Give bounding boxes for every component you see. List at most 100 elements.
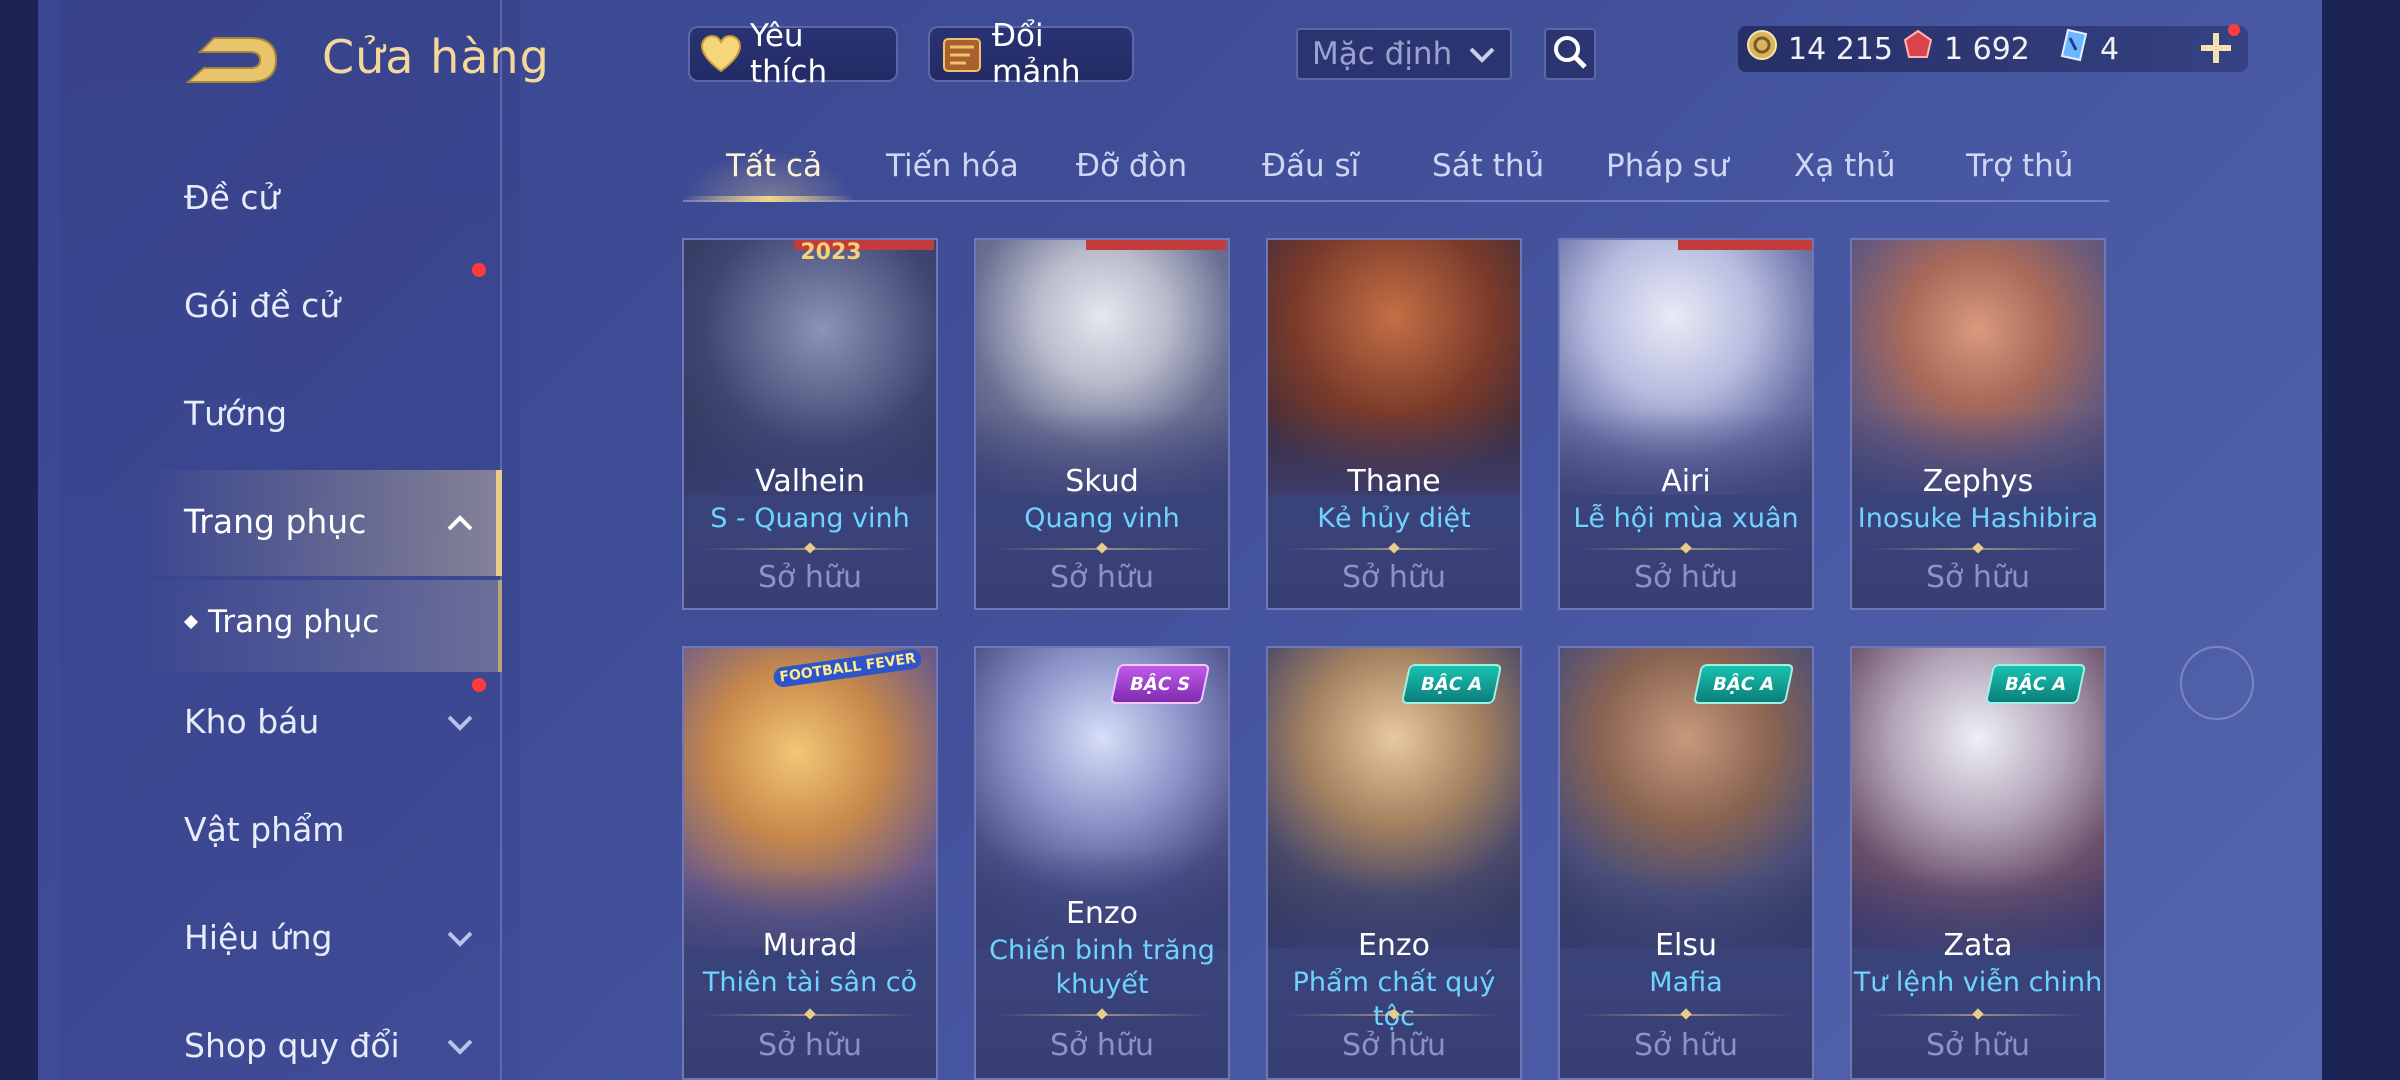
tab-divider	[683, 200, 2109, 202]
skin-card[interactable]: BẬC A Zata Tư lệnh viễn chinh Sở hữu	[1850, 646, 2106, 1080]
voucher-amount: 1 692	[1944, 31, 2030, 67]
exchange-label: Đổi mảnh	[992, 18, 1081, 90]
event-tag: 2023	[800, 240, 862, 265]
tab-tank[interactable]: Đỡ đòn	[1076, 148, 1187, 184]
tier-badge: BẬC A	[1984, 664, 2087, 704]
shard-chest-icon	[940, 32, 984, 76]
skin-card[interactable]: BẬC A Enzo Phẩm chất quý tộc Sở hữu	[1266, 646, 1522, 1080]
tab-support[interactable]: Trợ thủ	[1966, 148, 2073, 184]
notification-dot	[472, 263, 486, 277]
hero-name: Skud	[1065, 464, 1139, 499]
chevron-down-icon[interactable]	[446, 930, 474, 948]
skin-card[interactable]: Zephys Inosuke Hashibira Sở hữu	[1850, 238, 2106, 610]
tab-fighter[interactable]: Đấu sĩ	[1262, 148, 1359, 184]
sidebar-item-effects[interactable]: Hiệu ứng	[184, 918, 332, 957]
notification-dot	[2228, 24, 2240, 36]
skin-name: Chiến binh trăng khuyết	[989, 935, 1215, 1000]
skin-card[interactable]: Airi Lễ hội mùa xuân Sở hữu	[1558, 238, 1814, 610]
gold-balance: 14 215	[1746, 26, 1893, 72]
skin-name: Phẩm chất quý tộc	[1292, 967, 1496, 1032]
tier-badge: BẬC A	[1692, 664, 1795, 704]
gold-coin-icon	[1746, 29, 1778, 69]
card-separator-dot	[1680, 542, 1692, 554]
search-icon	[1552, 34, 1588, 74]
sort-dropdown[interactable]: Mặc định	[1296, 28, 1512, 80]
hero-name: Zephys	[1922, 464, 2034, 499]
red-gem-icon	[1902, 29, 1934, 69]
card-separator-dot	[804, 1008, 816, 1020]
tab-assassin[interactable]: Sát thủ	[1432, 148, 1544, 184]
owned-status: Sở hữu	[1634, 560, 1738, 595]
owned-status: Sở hữu	[1050, 1028, 1154, 1063]
card-separator-dot	[1972, 1008, 1984, 1020]
favorites-label: Yêu thích	[750, 18, 828, 90]
favorites-button[interactable]: Yêu thích	[688, 18, 898, 90]
skin-card[interactable]: BẬC S Enzo Chiến binh trăng khuyết Sở hữ…	[974, 646, 1230, 1080]
sort-selected-value: Mặc định	[1312, 36, 1453, 72]
search-button[interactable]	[1544, 28, 1596, 80]
diamond-bullet-icon	[183, 614, 199, 630]
card-separator-dot	[1680, 1008, 1692, 1020]
skin-name: Thiên tài sân cỏ	[702, 967, 918, 998]
skin-card[interactable]: FOOTBALL FEVER Murad Thiên tài sân cỏ Sở…	[682, 646, 938, 1080]
hero-name: Enzo	[1357, 928, 1431, 963]
floating-assistant-icon[interactable]	[2180, 646, 2254, 720]
tier-badge: BẬC A	[1400, 664, 1503, 704]
owned-status: Sở hữu	[1926, 1028, 2030, 1063]
owned-status: Sở hữu	[1634, 1028, 1738, 1063]
owned-status: Sở hữu	[1342, 1028, 1446, 1063]
hero-name: Valhein	[755, 464, 865, 499]
sidebar-item-treasure[interactable]: Kho báu	[184, 702, 319, 741]
page-title: Cửa hàng	[322, 30, 550, 84]
skin-card[interactable]: Skud Quang vinh Sở hữu	[974, 238, 1230, 610]
sidebar-item-recommended-packs[interactable]: Gói đề cử	[184, 286, 340, 325]
skin-name: Quang vinh	[1024, 503, 1180, 534]
event-ribbon	[1086, 240, 1226, 250]
skin-card[interactable]: 2023 Valhein S - Quang vinh Sở hữu	[682, 238, 938, 610]
owned-status: Sở hữu	[1050, 560, 1154, 595]
hero-name: Zata	[1943, 928, 2013, 963]
skin-card[interactable]: Thane Kẻ hủy diệt Sở hữu	[1266, 238, 1522, 610]
tab-all[interactable]: Tất cả	[726, 148, 822, 184]
owned-status: Sở hữu	[1926, 560, 2030, 595]
sidebar-subitem-label: Trang phục	[208, 604, 380, 640]
sidebar-subitem-skins[interactable]: Trang phục	[183, 604, 380, 640]
sidebar-item-recommended[interactable]: Đề cử	[184, 178, 279, 217]
chevron-up-icon[interactable]	[446, 514, 474, 532]
back-arrow-icon[interactable]	[180, 30, 290, 90]
hero-name: Thane	[1347, 464, 1441, 499]
card-separator-dot	[1388, 542, 1400, 554]
shard-balance: 4	[2058, 26, 2119, 72]
hero-name: Murad	[762, 928, 858, 963]
skin-name: Kẻ hủy diệt	[1317, 503, 1471, 534]
chevron-down-icon[interactable]	[446, 1038, 474, 1056]
hero-name: Airi	[1661, 464, 1711, 499]
gold-amount: 14 215	[1788, 31, 1893, 67]
sidebar-item-items[interactable]: Vật phẩm	[184, 810, 344, 849]
skin-name: Lễ hội mùa xuân	[1573, 503, 1799, 534]
owned-status: Sở hữu	[1342, 560, 1446, 595]
skin-card[interactable]: BẬC A Elsu Mafia Sở hữu	[1558, 646, 1814, 1080]
skin-name: Mafia	[1649, 967, 1723, 998]
heart-icon	[700, 32, 742, 76]
chevron-down-icon[interactable]	[446, 714, 474, 732]
owned-status: Sở hữu	[758, 1028, 862, 1063]
card-separator-dot	[1096, 542, 1108, 554]
skin-name: S - Quang vinh	[710, 503, 910, 534]
tab-marksman[interactable]: Xạ thủ	[1794, 148, 1896, 184]
chevron-down-icon	[1468, 36, 1496, 72]
sidebar-item-exchange-shop[interactable]: Shop quy đổi	[184, 1026, 400, 1065]
tab-evolution[interactable]: Tiến hóa	[886, 148, 1019, 184]
exchange-shards-button[interactable]: Đổi mảnh	[928, 18, 1134, 90]
card-separator-dot	[804, 542, 816, 554]
right-screen-border	[2322, 0, 2400, 1080]
left-screen-border	[0, 0, 38, 1080]
sidebar-item-skins[interactable]: Trang phục	[184, 502, 366, 541]
owned-status: Sở hữu	[758, 560, 862, 595]
sidebar-item-heroes[interactable]: Tướng	[184, 394, 287, 433]
event-ribbon	[1678, 240, 1812, 250]
skin-name: Tư lệnh viễn chinh	[1853, 967, 2103, 998]
active-tab-underline	[683, 196, 855, 202]
tab-mage[interactable]: Pháp sư	[1606, 148, 1729, 184]
hero-name: Elsu	[1655, 928, 1717, 963]
